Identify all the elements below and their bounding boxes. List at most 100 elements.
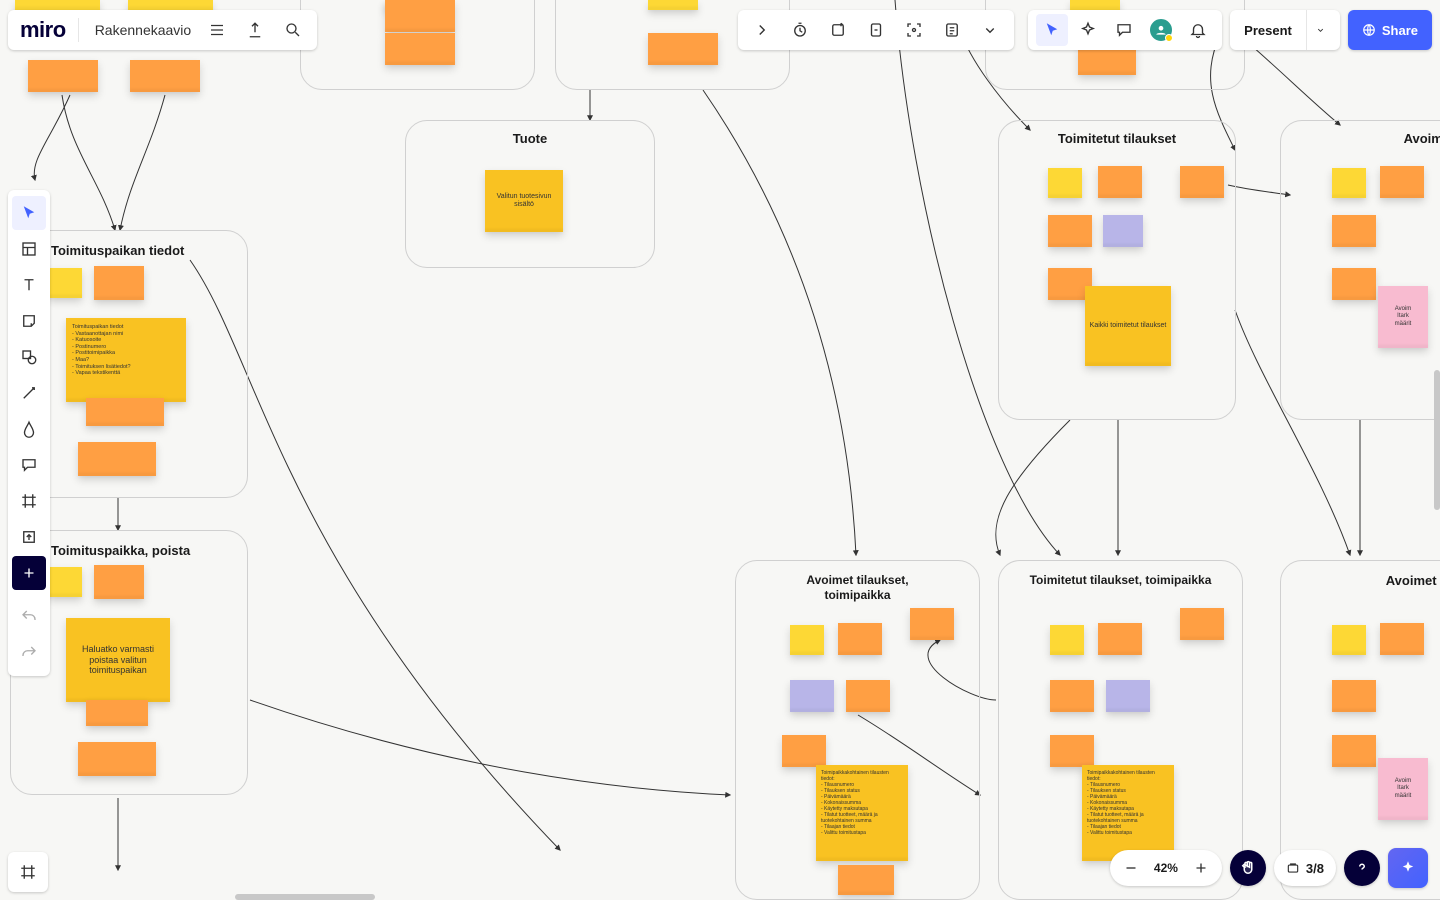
sticky-note[interactable] (1103, 215, 1143, 247)
select-tool-icon[interactable] (12, 196, 46, 230)
sticky-note[interactable] (1180, 166, 1224, 198)
sticky-note[interactable] (94, 565, 144, 599)
notes-icon[interactable] (936, 14, 968, 46)
chevron-down-icon[interactable] (974, 14, 1006, 46)
sticky-note[interactable] (78, 442, 156, 476)
present-button[interactable]: Present (1230, 10, 1340, 50)
sticky-note[interactable] (86, 700, 148, 726)
sticky-note[interactable] (1380, 166, 1424, 198)
sticky-note[interactable] (910, 608, 954, 640)
sticky-note-poista[interactable]: Haluatko varmasti poistaa valitun toimit… (66, 618, 170, 702)
present-label: Present (1244, 23, 1292, 38)
board-name[interactable]: Rakennekaavio (91, 22, 196, 38)
frame-title: Toimituspaikan tiedot (51, 243, 247, 258)
sticky-note[interactable] (1050, 625, 1084, 655)
focus-icon[interactable] (898, 14, 930, 46)
sticky-note[interactable] (838, 865, 894, 895)
hamburger-icon[interactable] (201, 14, 233, 46)
share-label: Share (1382, 23, 1418, 38)
sticky-note[interactable] (1332, 735, 1376, 767)
sticky-note[interactable] (782, 735, 826, 767)
frame-title: Avoimet tilaukset, toimipaikka (736, 573, 979, 603)
sticky-note[interactable] (790, 680, 834, 712)
sticky-note[interactable] (1048, 168, 1082, 198)
sticky-note[interactable] (1332, 268, 1376, 300)
more-apps-icon[interactable] (12, 556, 46, 590)
ai-assist-icon[interactable] (1388, 848, 1428, 888)
frame-nav-button[interactable] (8, 852, 48, 892)
avatar-stack[interactable] (1144, 17, 1178, 43)
comment-tool-icon[interactable] (12, 448, 46, 482)
voting-icon[interactable] (822, 14, 854, 46)
sticky-note[interactable] (1098, 166, 1142, 198)
bell-icon[interactable] (1182, 14, 1214, 46)
sticky-note[interactable] (130, 60, 200, 92)
search-icon[interactable] (277, 14, 309, 46)
frame-indicator[interactable]: 3/8 (1274, 850, 1336, 886)
sticky-note-pink[interactable]: Avoim Itark määrit (1378, 286, 1428, 348)
sticky-note[interactable] (1380, 623, 1424, 655)
sticky-note[interactable] (1332, 168, 1366, 198)
vertical-scrollbar[interactable] (1434, 370, 1440, 510)
hand-tool-icon[interactable] (1230, 850, 1266, 886)
template-tool-icon[interactable] (12, 232, 46, 266)
upload-tool-icon[interactable] (12, 520, 46, 554)
zoom-value[interactable]: 42% (1148, 861, 1184, 875)
frame-tool-icon[interactable] (12, 484, 46, 518)
timer-icon[interactable] (784, 14, 816, 46)
text-tool-icon[interactable] (12, 268, 46, 302)
frame-toimitetut[interactable]: Toimitetut tilaukset (998, 120, 1236, 420)
frame-title: Tuote (406, 131, 654, 146)
sticky-note[interactable] (838, 623, 882, 655)
undo-icon[interactable] (12, 600, 46, 634)
help-icon[interactable] (1344, 850, 1380, 886)
sticky-note-list2[interactable]: Toimipaikkakohtainen tilausten tiedot: -… (1082, 765, 1174, 861)
sticky-note[interactable] (1180, 608, 1224, 640)
sticky-note[interactable] (1048, 215, 1092, 247)
frame-grid-icon[interactable] (12, 856, 44, 888)
sticky-note[interactable] (790, 625, 824, 655)
zoom-out-icon[interactable] (1116, 853, 1146, 883)
sticky-note[interactable] (78, 742, 156, 776)
sticky-note[interactable] (48, 567, 82, 597)
sticky-note[interactable] (1332, 625, 1366, 655)
chevron-right-icon[interactable] (746, 14, 778, 46)
board-canvas[interactable]: Tuote Valitun tuotesivun sisältö Toimitu… (0, 0, 1440, 900)
sticky-note-tuote[interactable]: Valitun tuotesivun sisältö (485, 170, 563, 232)
share-button[interactable]: Share (1348, 10, 1432, 50)
comment-icon[interactable] (1108, 14, 1140, 46)
avatar[interactable] (1148, 17, 1174, 43)
sticky-note-pink2[interactable]: Avoim Itark määrit (1378, 758, 1428, 820)
sticky-note[interactable] (1098, 623, 1142, 655)
miro-logo[interactable]: miro (20, 17, 66, 43)
sticky-note[interactable] (1332, 680, 1376, 712)
frame-title: Avoimet (1341, 131, 1440, 146)
sticky-note[interactable] (1332, 215, 1376, 247)
divider (78, 18, 79, 42)
sticky-note[interactable] (1050, 680, 1094, 712)
sticky-note[interactable] (86, 398, 164, 426)
shape-tool-icon[interactable] (12, 340, 46, 374)
chevron-down-icon[interactable] (1306, 10, 1326, 50)
top-right-group (1028, 10, 1222, 50)
pen-tool-icon[interactable] (12, 412, 46, 446)
sticky-note[interactable] (48, 268, 82, 298)
redo-icon[interactable] (12, 636, 46, 670)
sticky-note[interactable] (846, 680, 890, 712)
horizontal-scrollbar[interactable] (235, 894, 375, 900)
cursor-tool-icon[interactable] (1036, 14, 1068, 46)
sticky-tool-icon[interactable] (12, 304, 46, 338)
frame-title: Toimituspaikka, poista (51, 543, 247, 558)
estimation-icon[interactable] (860, 14, 892, 46)
sticky-note[interactable] (94, 266, 144, 300)
sticky-note-list[interactable]: Toimipaikkakohtainen tilausten tiedot: -… (816, 765, 908, 861)
sticky-note-toimitetut[interactable]: Kaikki toimitetut tilaukset (1085, 286, 1171, 366)
sparkle-icon[interactable] (1072, 14, 1104, 46)
export-icon[interactable] (239, 14, 271, 46)
connector-tool-icon[interactable] (12, 376, 46, 410)
sticky-note[interactable] (28, 60, 98, 92)
sticky-note[interactable] (1050, 735, 1094, 767)
sticky-note-tiedot[interactable]: Toimituspaikan tiedot - Vastaanottajan n… (66, 318, 186, 402)
sticky-note[interactable] (1106, 680, 1150, 712)
zoom-in-icon[interactable] (1186, 853, 1216, 883)
